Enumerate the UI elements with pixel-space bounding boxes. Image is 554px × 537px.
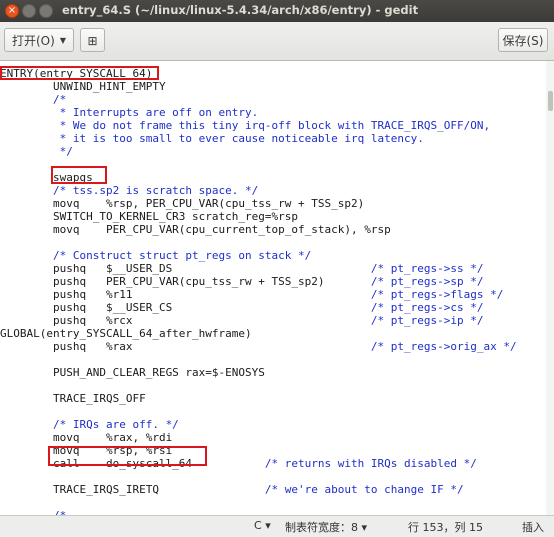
code-text: pushq PER_CPU_VAR(cpu_tss_rw + TSS_sp2) — [0, 275, 371, 288]
code-line[interactable]: pushq %r11 /* pt_regs->flags */ — [0, 288, 503, 301]
new-document-icon: ⊞ — [87, 34, 98, 48]
open-button-label: 打开(O) — [12, 34, 55, 48]
code-line[interactable]: pushq %rcx /* pt_regs->ip */ — [0, 314, 484, 327]
code-text: TRACE_IRQS_IRETQ — [0, 483, 265, 496]
code-line[interactable]: GLOBAL(entry_SYSCALL_64_after_hwframe) — [0, 327, 252, 340]
maximize-window-button[interactable] — [39, 4, 53, 18]
code-line[interactable]: pushq $__USER_CS /* pt_regs->cs */ — [0, 301, 484, 314]
code-comment: /* we're about to change IF */ — [264, 483, 464, 496]
code-text: pushq %rax — [0, 340, 371, 353]
code-comment: /* IRQs are off. */ — [0, 418, 179, 431]
code-text: movq PER_CPU_VAR(cpu_current_top_of_stac… — [0, 223, 391, 236]
code-line[interactable]: TRACE_IRQS_IRETQ /* we're about to chang… — [0, 483, 464, 496]
code-line[interactable]: SWITCH_TO_KERNEL_CR3 scratch_reg=%rsp — [0, 210, 298, 223]
code-text: pushq $__USER_DS — [0, 262, 371, 275]
code-comment: * it is too small to ever cause noticeab… — [0, 132, 424, 145]
insert-mode: 插入 — [522, 521, 544, 534]
status-bar: C ▾ 制表符宽度：8 ▾ 行 153，列 15 插入 — [0, 515, 554, 537]
highlight-box-entry — [0, 66, 159, 80]
code-line[interactable]: * We do not frame this tiny irq-off bloc… — [0, 119, 490, 132]
close-icon: × — [7, 5, 17, 16]
code-line[interactable]: movq PER_CPU_VAR(cpu_current_top_of_stac… — [0, 223, 391, 236]
code-comment: /* tss.sp2 is scratch space. */ — [0, 184, 259, 197]
chevron-down-icon: ▾ — [361, 521, 368, 534]
tab-width-label: 制表符宽度：8 — [285, 521, 358, 534]
vertical-scrollbar[interactable] — [546, 61, 554, 515]
new-tab-button[interactable]: ⊞ — [80, 28, 105, 52]
code-line[interactable]: * Interrupts are off on entry. — [0, 106, 259, 119]
code-comment: /* — [0, 93, 67, 106]
open-button[interactable]: 打开(O) ▼ — [4, 28, 74, 52]
chevron-down-icon: ▼ — [59, 36, 66, 45]
toolbar: 打开(O) ▼ ⊞ 保存(S) — [0, 22, 554, 61]
code-line[interactable]: /* IRQs are off. */ — [0, 418, 179, 431]
code-text: pushq %rcx — [0, 314, 371, 327]
code-comment: */ — [0, 145, 73, 158]
tab-width-selector[interactable]: 制表符宽度：8 ▾ — [285, 519, 367, 535]
scrollbar-thumb[interactable] — [548, 91, 553, 111]
code-line[interactable]: pushq %rax /* pt_regs->orig_ax */ — [0, 340, 517, 353]
code-line[interactable]: */ — [0, 145, 73, 158]
code-line[interactable]: * it is too small to ever cause noticeab… — [0, 132, 424, 145]
code-text: pushq %r11 — [0, 288, 371, 301]
close-window-button[interactable]: × — [5, 4, 19, 18]
code-line[interactable]: movq %rax, %rdi — [0, 431, 172, 444]
chevron-down-icon: ▾ — [265, 519, 271, 532]
cursor-position: 行 153，列 15 — [408, 521, 483, 534]
highlight-box-swapgs — [51, 166, 107, 184]
code-line[interactable]: pushq PER_CPU_VAR(cpu_tss_rw + TSS_sp2) … — [0, 275, 484, 288]
code-comment: /* pt_regs->ip */ — [370, 314, 484, 327]
highlight-box-call — [48, 446, 207, 466]
code-comment: /* Construct struct pt_regs on stack */ — [0, 249, 312, 262]
code-comment: /* pt_regs->flags */ — [370, 288, 504, 301]
code-text: UNWIND_HINT_EMPTY — [0, 80, 166, 93]
code-text: pushq $__USER_CS — [0, 301, 371, 314]
code-text: TRACE_IRQS_OFF — [0, 392, 146, 405]
code-line[interactable]: /* Construct struct pt_regs on stack */ — [0, 249, 311, 262]
code-line[interactable]: movq %rsp, PER_CPU_VAR(cpu_tss_rw + TSS_… — [0, 197, 364, 210]
code-text: movq %rsp, PER_CPU_VAR(cpu_tss_rw + TSS_… — [0, 197, 365, 210]
language-label: C — [254, 519, 262, 532]
code-line[interactable]: /* — [0, 93, 66, 106]
title-bar: × entry_64.S (~/linux/linux-5.4.34/arch/… — [0, 0, 554, 22]
code-comment: /* pt_regs->cs */ — [370, 301, 484, 314]
code-comment: /* pt_regs->orig_ax */ — [370, 340, 517, 353]
code-comment: * Interrupts are off on entry. — [0, 106, 259, 119]
code-line[interactable]: pushq $__USER_DS /* pt_regs->ss */ — [0, 262, 484, 275]
code-comment: /* pt_regs->ss */ — [370, 262, 484, 275]
minimize-window-button[interactable] — [22, 4, 36, 18]
code-text: SWITCH_TO_KERNEL_CR3 scratch_reg=%rsp — [0, 210, 299, 223]
code-line[interactable]: /* tss.sp2 is scratch space. */ — [0, 184, 258, 197]
code-line[interactable]: UNWIND_HINT_EMPTY — [0, 80, 166, 93]
code-text: PUSH_AND_CLEAR_REGS rax=$-ENOSYS — [0, 366, 265, 379]
code-comment: /* pt_regs->sp */ — [370, 275, 484, 288]
code-comment: * We do not frame this tiny irq-off bloc… — [0, 119, 491, 132]
code-text: GLOBAL(entry_SYSCALL_64_after_hwframe) — [0, 327, 252, 340]
code-text: movq %rax, %rdi — [0, 431, 173, 444]
window-title: entry_64.S (~/linux/linux-5.4.34/arch/x8… — [62, 3, 419, 17]
save-button[interactable]: 保存(S) — [498, 28, 548, 52]
code-line[interactable]: PUSH_AND_CLEAR_REGS rax=$-ENOSYS — [0, 366, 265, 379]
language-selector[interactable]: C ▾ — [254, 519, 271, 532]
code-line[interactable]: TRACE_IRQS_OFF — [0, 392, 146, 405]
code-comment: /* returns with IRQs disabled */ — [264, 457, 477, 470]
